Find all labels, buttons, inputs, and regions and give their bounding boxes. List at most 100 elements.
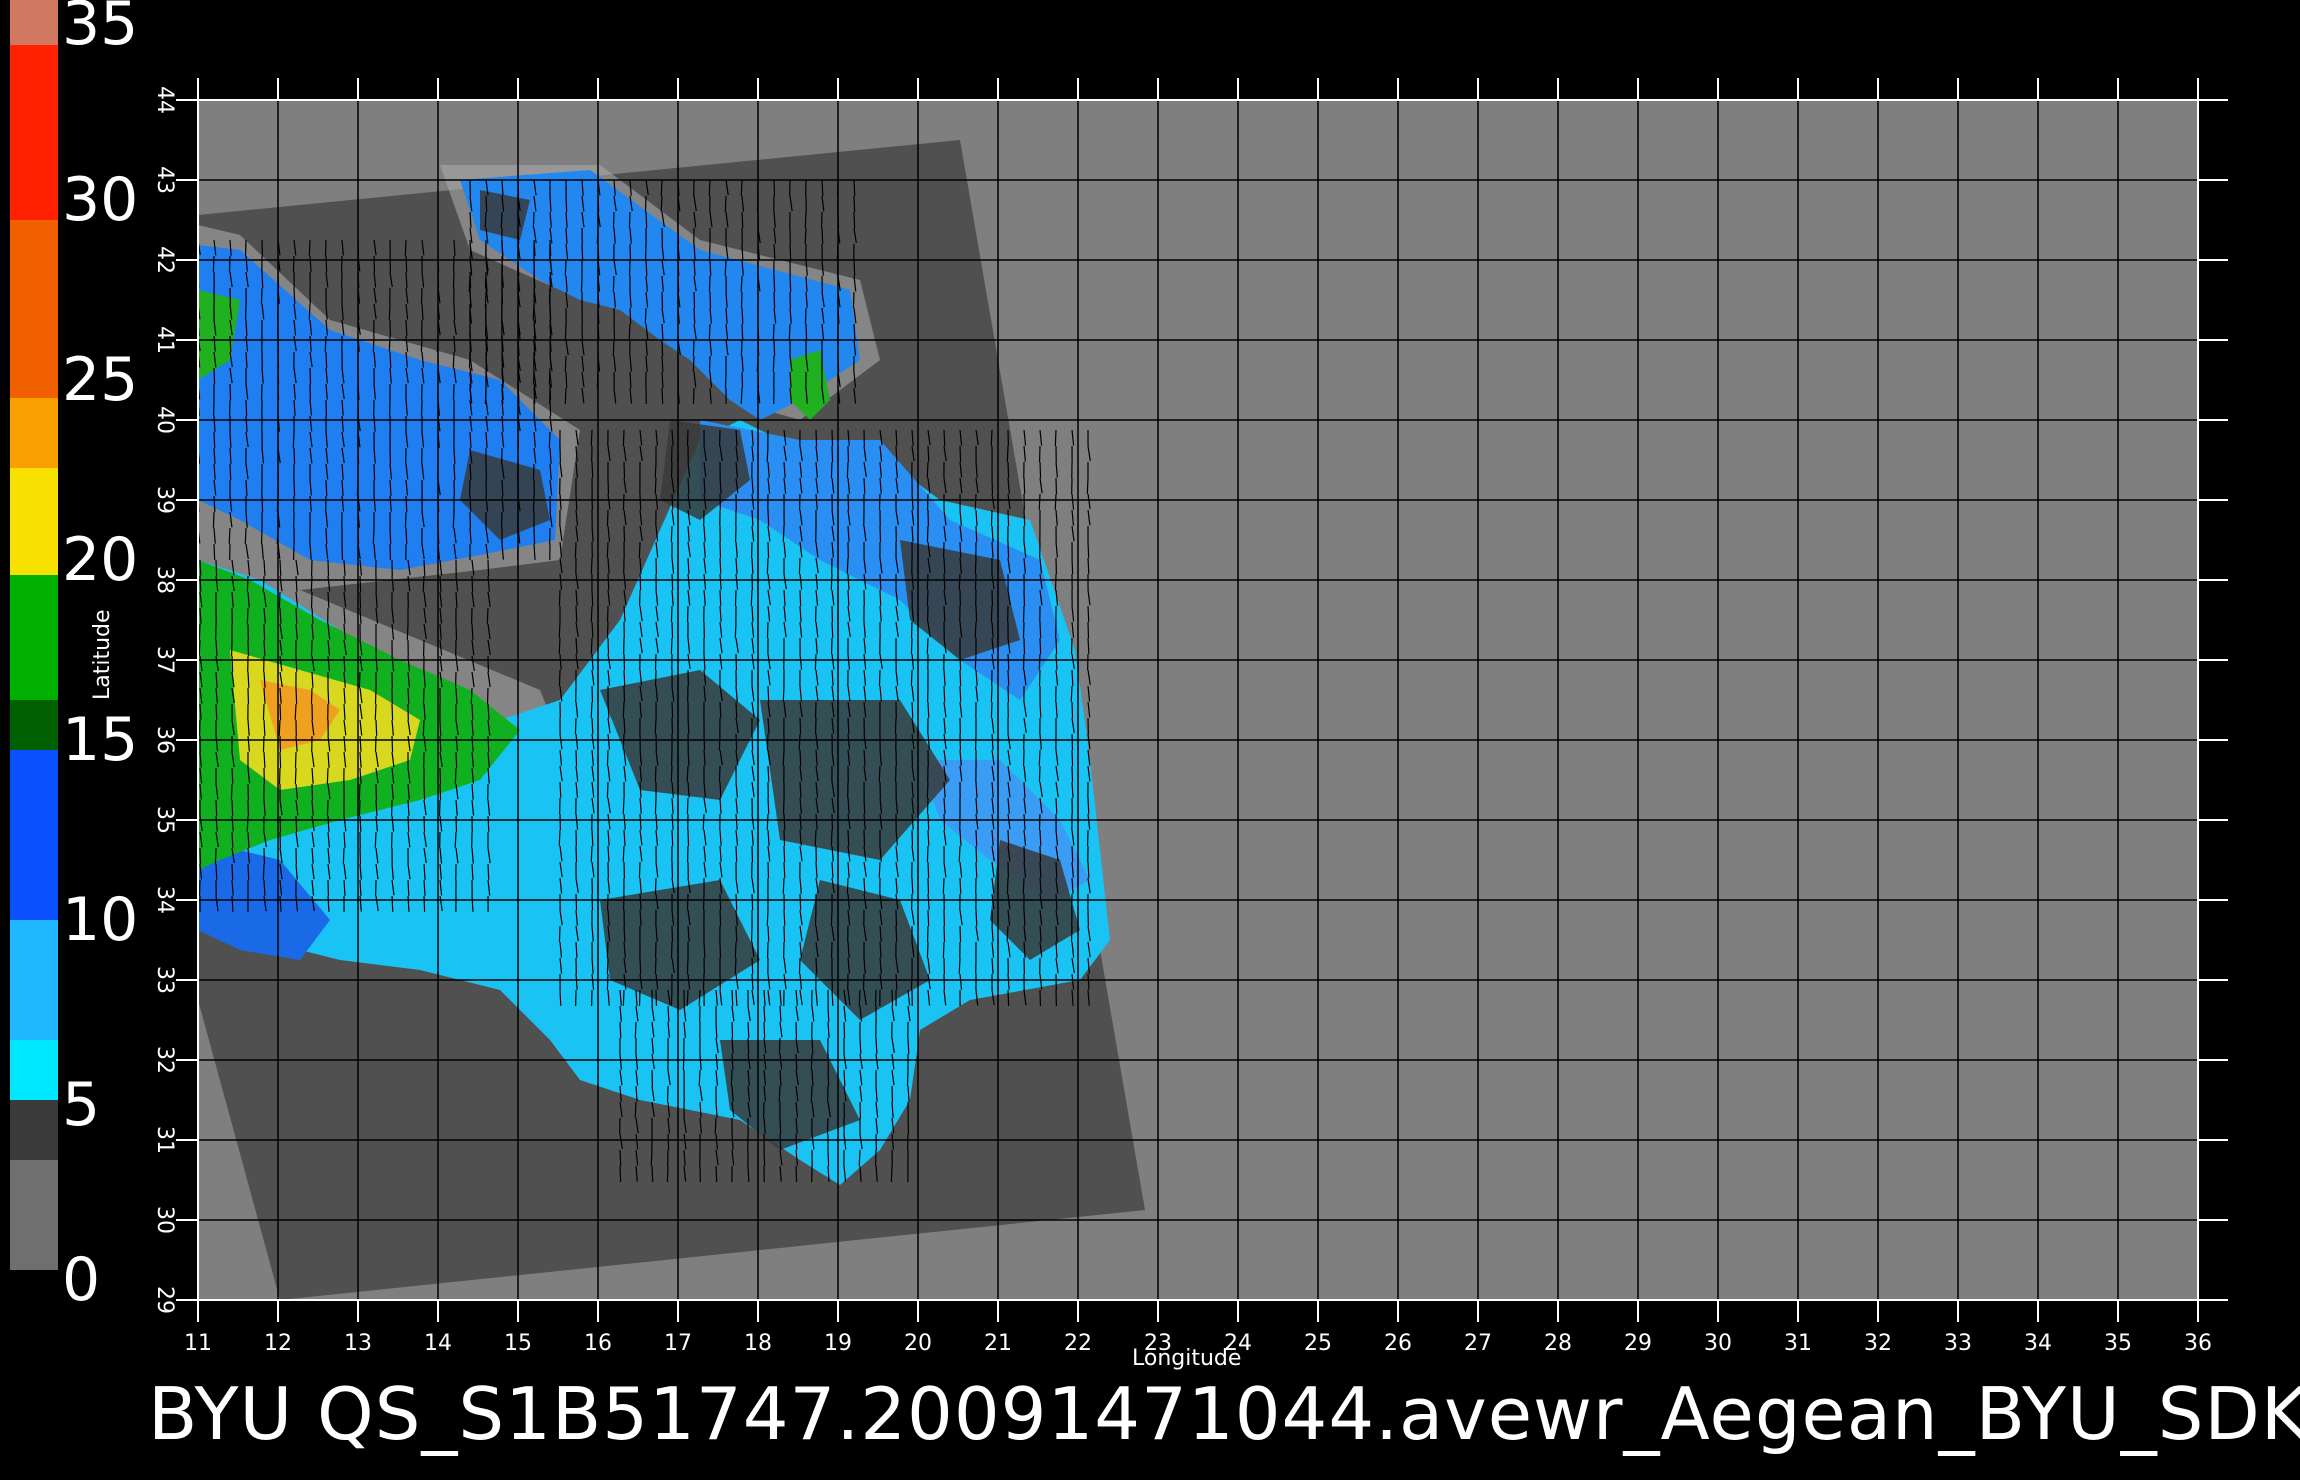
wind-vector <box>623 461 626 478</box>
wind-vector <box>564 323 567 340</box>
y-tick-label: 31 <box>152 1126 177 1154</box>
wind-vector <box>910 669 913 686</box>
wind-vector <box>606 749 609 766</box>
wind-vector <box>294 751 297 768</box>
wind-vector <box>878 861 881 878</box>
wind-vector <box>927 829 930 846</box>
wind-vector <box>606 621 609 638</box>
x-tick-label: 21 <box>984 1331 1012 1356</box>
wind-vector <box>634 1021 637 1038</box>
wind-vector <box>422 575 425 592</box>
wind-vector <box>262 863 265 880</box>
wind-vector <box>661 339 664 356</box>
wind-vector <box>734 957 737 974</box>
wind-vector <box>661 387 664 404</box>
wind-vector <box>420 335 423 352</box>
wind-vector <box>730 1069 733 1086</box>
wind-vector <box>590 637 593 654</box>
wind-vector <box>975 845 978 862</box>
wind-vector <box>670 525 673 542</box>
wind-vector <box>500 511 503 528</box>
wind-vector <box>975 605 978 622</box>
colorbar-segment-30-35 <box>10 45 58 220</box>
x-tick-label: 19 <box>824 1331 852 1356</box>
wind-vector <box>943 685 946 702</box>
wind-vector <box>782 749 785 766</box>
wind-vector <box>719 781 722 798</box>
wind-vector <box>805 323 808 340</box>
wind-vector <box>295 687 298 704</box>
wind-vector <box>927 813 930 830</box>
wind-vector <box>879 589 882 606</box>
wind-vector <box>622 429 625 446</box>
wind-vector <box>772 355 775 372</box>
wind-vector <box>1055 637 1058 654</box>
wind-vector <box>974 493 977 510</box>
x-tick-label: 29 <box>1624 1331 1652 1356</box>
wind-vector <box>734 941 737 958</box>
wind-vector <box>326 767 329 784</box>
wind-vector <box>485 195 488 212</box>
wind-vector <box>231 767 234 784</box>
x-tick-label: 26 <box>1384 1331 1412 1356</box>
wind-vector <box>622 845 625 862</box>
wind-vector <box>623 925 626 942</box>
wind-vector <box>804 307 807 324</box>
wind-vector <box>714 1117 717 1134</box>
wind-vector <box>533 319 536 336</box>
wind-vector <box>422 719 425 736</box>
wind-vector <box>532 303 535 320</box>
wind-vector <box>1070 685 1073 702</box>
wind-vector <box>214 847 217 864</box>
wind-vector <box>559 989 562 1006</box>
wind-vector <box>926 781 929 798</box>
wind-vector <box>405 495 408 512</box>
wind-vector <box>990 509 993 526</box>
wind-vector <box>229 335 232 352</box>
x-tick-label: 20 <box>904 1331 932 1356</box>
wind-vector <box>686 765 689 782</box>
wind-vector <box>911 877 914 894</box>
wind-vector <box>724 195 727 212</box>
wind-vector <box>763 1005 766 1022</box>
wind-vector <box>724 371 727 388</box>
wind-vector <box>846 461 849 478</box>
wind-vector <box>798 557 801 574</box>
wind-vector <box>452 511 455 528</box>
y-tick-label: 43 <box>152 166 177 194</box>
wind-vector <box>651 1165 654 1182</box>
wind-vector <box>974 557 977 574</box>
wind-vector <box>783 845 786 862</box>
x-tick-label: 28 <box>1544 1331 1572 1356</box>
wind-vector <box>198 639 201 656</box>
wind-vector <box>959 653 962 670</box>
wind-vector <box>591 589 594 606</box>
wind-vector <box>487 735 490 752</box>
wind-vector <box>606 541 609 558</box>
wind-vector <box>942 877 945 894</box>
wind-vector <box>767 797 770 814</box>
wind-vector <box>575 493 578 510</box>
wind-vector <box>687 829 690 846</box>
wind-vector <box>372 527 375 544</box>
wind-vector <box>245 399 248 416</box>
wind-vector <box>783 829 786 846</box>
wind-vector <box>975 861 978 878</box>
wind-vector <box>279 751 282 768</box>
wind-vector <box>622 733 625 750</box>
wind-vector <box>927 861 930 878</box>
wind-vector <box>990 701 993 718</box>
wind-vector <box>724 259 727 276</box>
wind-vector <box>262 575 265 592</box>
y-tick-label: 36 <box>152 726 177 754</box>
wind-vector <box>590 845 593 862</box>
wind-vector <box>783 813 786 830</box>
wind-vector <box>487 863 490 880</box>
wind-vector <box>735 893 738 910</box>
wind-vector <box>581 243 584 260</box>
wind-vector <box>358 783 361 800</box>
wind-vector <box>782 525 785 542</box>
wind-vector <box>702 973 705 990</box>
wind-vector <box>199 575 202 592</box>
wind-vector <box>766 445 769 462</box>
